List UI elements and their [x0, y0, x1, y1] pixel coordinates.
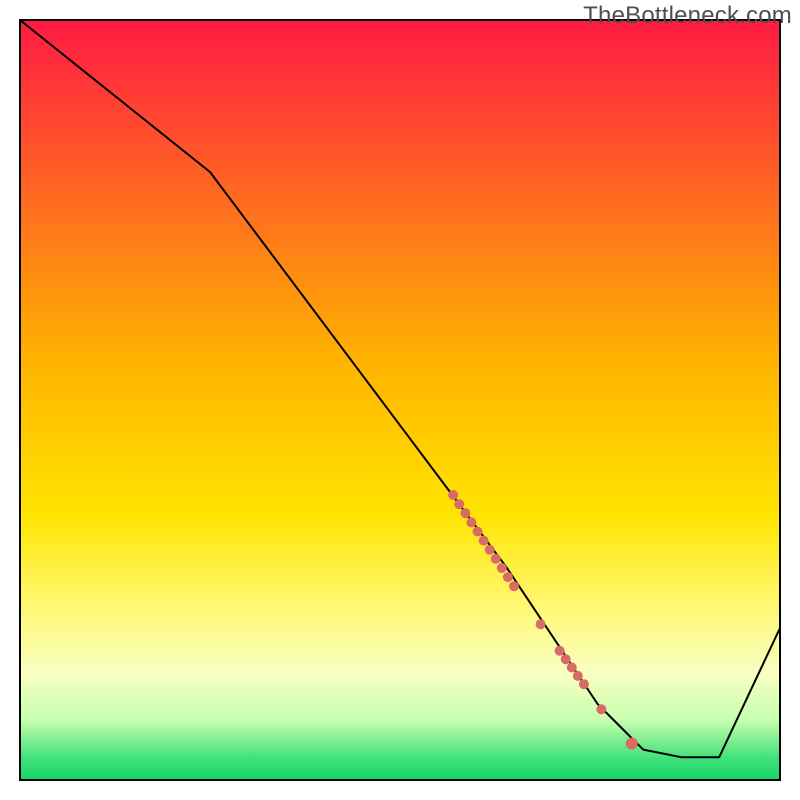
- highlight-dot: [573, 671, 583, 681]
- highlight-dot: [579, 679, 589, 689]
- highlight-dot: [479, 536, 489, 546]
- highlight-dot: [497, 563, 507, 573]
- highlight-dot: [555, 646, 565, 656]
- highlight-dot: [536, 619, 546, 629]
- highlight-dot: [473, 527, 483, 537]
- bottleneck-chart: [0, 0, 800, 800]
- highlight-dot: [626, 738, 638, 750]
- watermark-label: TheBottleneck.com: [583, 2, 792, 30]
- highlight-dot: [491, 554, 501, 564]
- highlight-dot: [454, 499, 464, 509]
- highlight-dot: [561, 654, 571, 664]
- highlight-dot: [448, 490, 458, 500]
- background-gradient: [20, 20, 780, 780]
- highlight-dot: [509, 581, 519, 591]
- highlight-dot: [567, 663, 577, 673]
- highlight-dot: [596, 704, 606, 714]
- highlight-dot: [485, 545, 495, 555]
- highlight-dot: [460, 508, 470, 518]
- highlight-dot: [503, 572, 513, 582]
- chart-root: TheBottleneck.com: [0, 0, 800, 800]
- highlight-dot: [466, 517, 476, 527]
